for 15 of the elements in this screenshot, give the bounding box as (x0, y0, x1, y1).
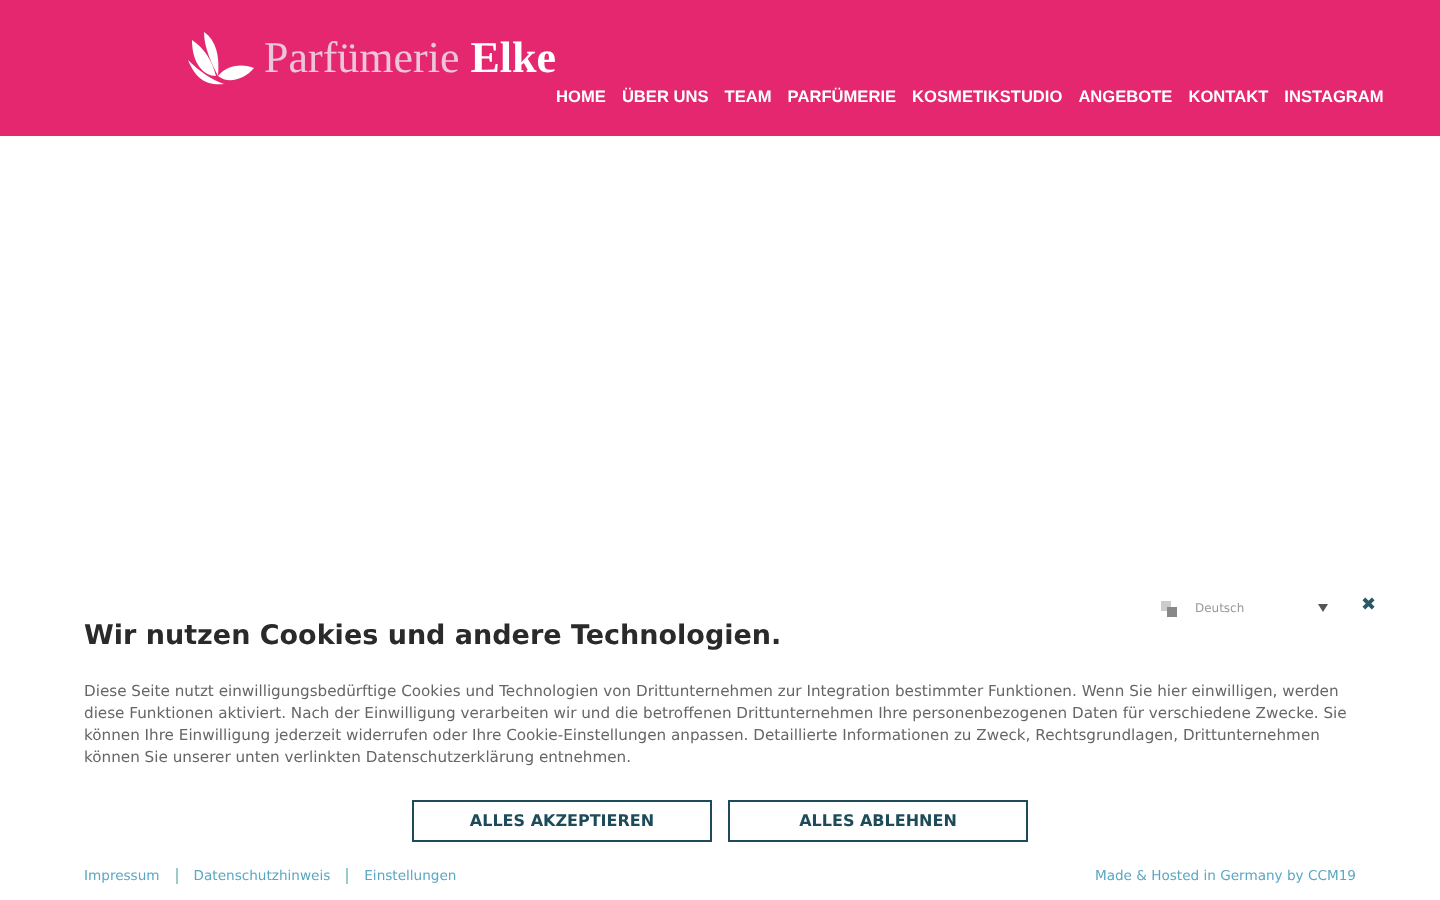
caret-icon[interactable] (1318, 604, 1329, 612)
nav-link[interactable]: INSTAGRAM (1284, 83, 1384, 109)
logo-text[interactable]: Parfümerie Elke (264, 36, 557, 80)
banner-title: Wir nutzen Cookies und andere Technologien. (84, 620, 784, 653)
consent-button[interactable]: ALLES ABLEHNEN (728, 800, 1028, 843)
nav-link[interactable]: KOSMETIKSTUDIO (912, 83, 1063, 109)
close-button[interactable]: ✖ (1360, 594, 1376, 622)
nav-link[interactable]: ÜBER UNS (621, 83, 709, 109)
nav-link[interactable]: KONTAKT (1188, 83, 1269, 109)
consent-button[interactable]: ALLES AKZEPTIEREN (412, 800, 712, 843)
nav-link[interactable]: ANGEBOTE (1078, 83, 1173, 109)
nav-link[interactable]: PARFÜMERIE (787, 83, 897, 109)
nav-link[interactable]: HOME (556, 83, 606, 109)
nav-link[interactable]: TEAM (724, 83, 772, 109)
butterfly-logo-icon (184, 28, 256, 88)
